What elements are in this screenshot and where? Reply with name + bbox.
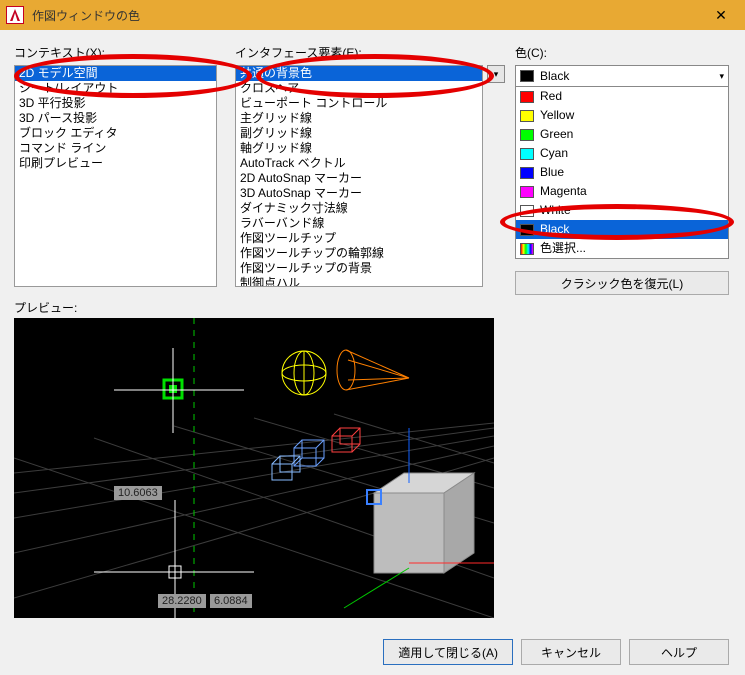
interface-listbox[interactable]: 共通の背景色クロスヘアビューポート コントロール主グリッド線副グリッド線軸グリッ… — [235, 65, 483, 287]
color-option-label: 色選択... — [540, 240, 586, 257]
interface-item[interactable]: ダイナミック寸法線 — [236, 201, 482, 216]
preview-panel: 10.6063 28.2280 6.0884 — [14, 318, 494, 618]
color-option-label: Magenta — [540, 183, 587, 200]
color-option[interactable]: Yellow — [516, 106, 728, 125]
color-swatch — [520, 224, 534, 236]
color-option[interactable]: White — [516, 201, 728, 220]
interface-item[interactable]: 軸グリッド線 — [236, 141, 482, 156]
coord-readout: 10.6063 — [114, 486, 162, 500]
context-item[interactable]: 2D モデル空間 — [15, 66, 216, 81]
interface-item[interactable]: 2D AutoSnap マーカー — [236, 171, 482, 186]
color-option-label: Blue — [540, 164, 564, 181]
color-combo[interactable]: Black ▾ — [515, 65, 729, 87]
context-item[interactable]: 3D 平行投影 — [15, 96, 216, 111]
color-option-label: Red — [540, 88, 562, 105]
color-option-label: Green — [540, 126, 573, 143]
color-option-label: Black — [540, 221, 569, 238]
context-item[interactable]: 3D パース投影 — [15, 111, 216, 126]
interface-item[interactable]: 作図ツールチップの輪郭線 — [236, 246, 482, 261]
interface-item[interactable]: 作図ツールチップ — [236, 231, 482, 246]
interface-item[interactable]: AutoTrack ベクトル — [236, 156, 482, 171]
restore-classic-button[interactable]: クラシック色を復元(L) — [515, 271, 729, 295]
color-swatch — [520, 129, 534, 141]
color-option-label: Cyan — [540, 145, 568, 162]
context-listbox[interactable]: 2D モデル空間シート/レイアウト3D 平行投影3D パース投影ブロック エディ… — [14, 65, 217, 287]
color-option[interactable]: Blue — [516, 163, 728, 182]
context-label: コンテキスト(X): — [14, 44, 217, 61]
color-option[interactable]: Black — [516, 220, 728, 239]
color-swatch — [520, 91, 534, 103]
color-option[interactable]: Cyan — [516, 144, 728, 163]
interface-item[interactable]: 主グリッド線 — [236, 111, 482, 126]
coord-readout: 6.0884 — [210, 594, 252, 608]
help-button[interactable]: ヘルプ — [629, 639, 729, 665]
window-title: 作図ウィンドウの色 — [32, 7, 701, 24]
color-swatch — [520, 70, 534, 82]
footer: 適用して閉じる(A) キャンセル ヘルプ — [383, 639, 729, 665]
color-dropdown[interactable]: Red Yellow Green Cyan Blue Magenta White Black 色… — [515, 87, 729, 259]
color-label: 色(C): — [515, 44, 729, 61]
interface-item[interactable]: 3D AutoSnap マーカー — [236, 186, 482, 201]
chevron-down-icon[interactable]: ▾ — [487, 65, 505, 83]
color-combo-value: Black — [540, 69, 569, 83]
context-item[interactable]: ブロック エディタ — [15, 126, 216, 141]
color-option-label: Yellow — [540, 107, 574, 124]
cancel-button[interactable]: キャンセル — [521, 639, 621, 665]
color-swatch — [520, 167, 534, 179]
interface-label: インタフェース要素(E): — [235, 44, 483, 61]
color-option[interactable]: Green — [516, 125, 728, 144]
titlebar: 作図ウィンドウの色 ✕ — [0, 0, 745, 30]
apply-close-button[interactable]: 適用して閉じる(A) — [383, 639, 513, 665]
color-swatch — [520, 205, 534, 217]
coord-readout: 28.2280 — [158, 594, 206, 608]
context-item[interactable]: 印刷プレビュー — [15, 156, 216, 171]
color-option-label: White — [540, 202, 571, 219]
color-swatch — [520, 186, 534, 198]
interface-item[interactable]: 副グリッド線 — [236, 126, 482, 141]
interface-item[interactable]: 制御点ハル — [236, 276, 482, 287]
preview-label: プレビュー: — [14, 299, 729, 316]
color-option[interactable]: 色選択... — [516, 239, 728, 258]
color-swatch — [520, 110, 534, 122]
color-swatch — [520, 148, 534, 160]
context-item[interactable]: シート/レイアウト — [15, 81, 216, 96]
interface-item[interactable]: ビューポート コントロール — [236, 96, 482, 111]
interface-item[interactable]: クロスヘア — [236, 81, 482, 96]
color-option[interactable]: Magenta — [516, 182, 728, 201]
interface-item[interactable]: 作図ツールチップの背景 — [236, 261, 482, 276]
interface-item[interactable]: 共通の背景色 — [236, 66, 482, 81]
app-icon — [6, 6, 24, 24]
close-button[interactable]: ✕ — [701, 1, 741, 29]
color-swatch — [520, 243, 534, 255]
color-option[interactable]: Red — [516, 87, 728, 106]
context-item[interactable]: コマンド ライン — [15, 141, 216, 156]
chevron-down-icon: ▾ — [719, 71, 724, 82]
interface-item[interactable]: ラバーバンド線 — [236, 216, 482, 231]
